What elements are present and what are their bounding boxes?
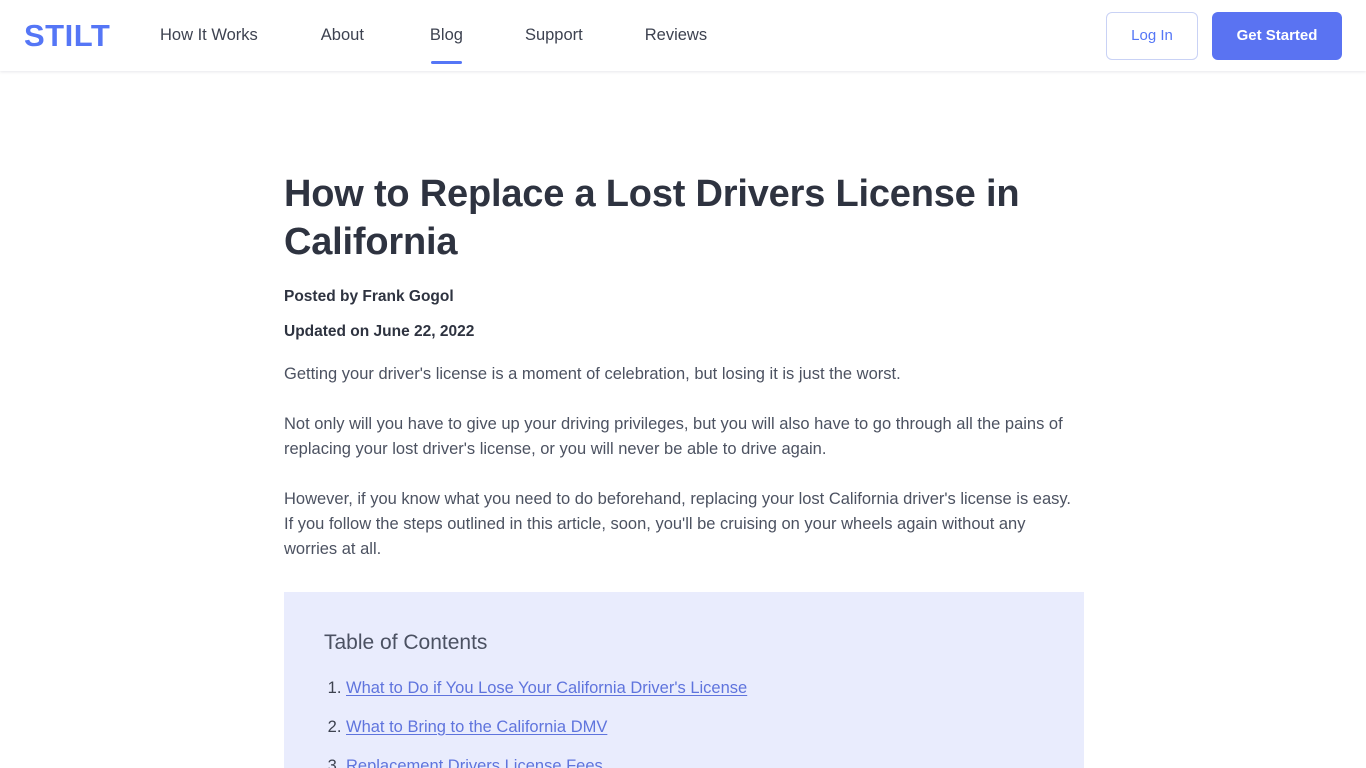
nav-item-reviews[interactable]: Reviews [645,27,707,44]
table-of-contents-heading: Table of Contents [324,631,488,655]
article-author: Posted by Frank Gogol [284,288,454,305]
log-in-button[interactable]: Log In [1106,11,1198,60]
toc-link-1[interactable]: What to Do if You Lose Your California D… [346,679,747,697]
nav-item-support[interactable]: Support [525,27,583,44]
table-of-contents-list: What to Do if You Lose Your California D… [324,678,1044,768]
get-started-button[interactable]: Get Started [1212,11,1342,60]
list-item: Replacement Drivers License Fees [346,756,1044,768]
article-paragraph-3: However, if you know what you need to do… [284,490,1072,559]
page-title: How to Replace a Lost Drivers License in… [284,173,1020,263]
list-item: What to Bring to the California DMV [346,717,1044,738]
blog-article: How to Replace a Lost Drivers License in… [283,71,1084,768]
article-paragraph-1: Getting your driver's license is a momen… [284,365,901,384]
article-updated-date: Updated on June 22, 2022 [284,322,475,340]
header-actions: Log In Get Started [1106,11,1342,60]
nav-item-how-it-works[interactable]: How It Works [160,27,258,44]
site-header: STILT How It Works About Blog Support Re… [0,0,1366,71]
article-paragraph-2: Not only will you have to give up your d… [284,415,1063,459]
table-of-contents: Table of Contents What to Do if You Lose… [284,592,1084,768]
page-body: How to Replace a Lost Drivers License in… [0,71,1366,768]
main-navigation: How It Works About Blog Support Reviews [160,27,771,63]
nav-item-blog[interactable]: Blog [430,27,463,63]
stilt-logo[interactable]: STILT [24,20,134,51]
nav-item-about[interactable]: About [321,27,364,44]
list-item: What to Do if You Lose Your California D… [346,678,1044,699]
toc-link-2[interactable]: What to Bring to the California DMV [346,718,607,736]
toc-link-3[interactable]: Replacement Drivers License Fees [346,757,603,768]
